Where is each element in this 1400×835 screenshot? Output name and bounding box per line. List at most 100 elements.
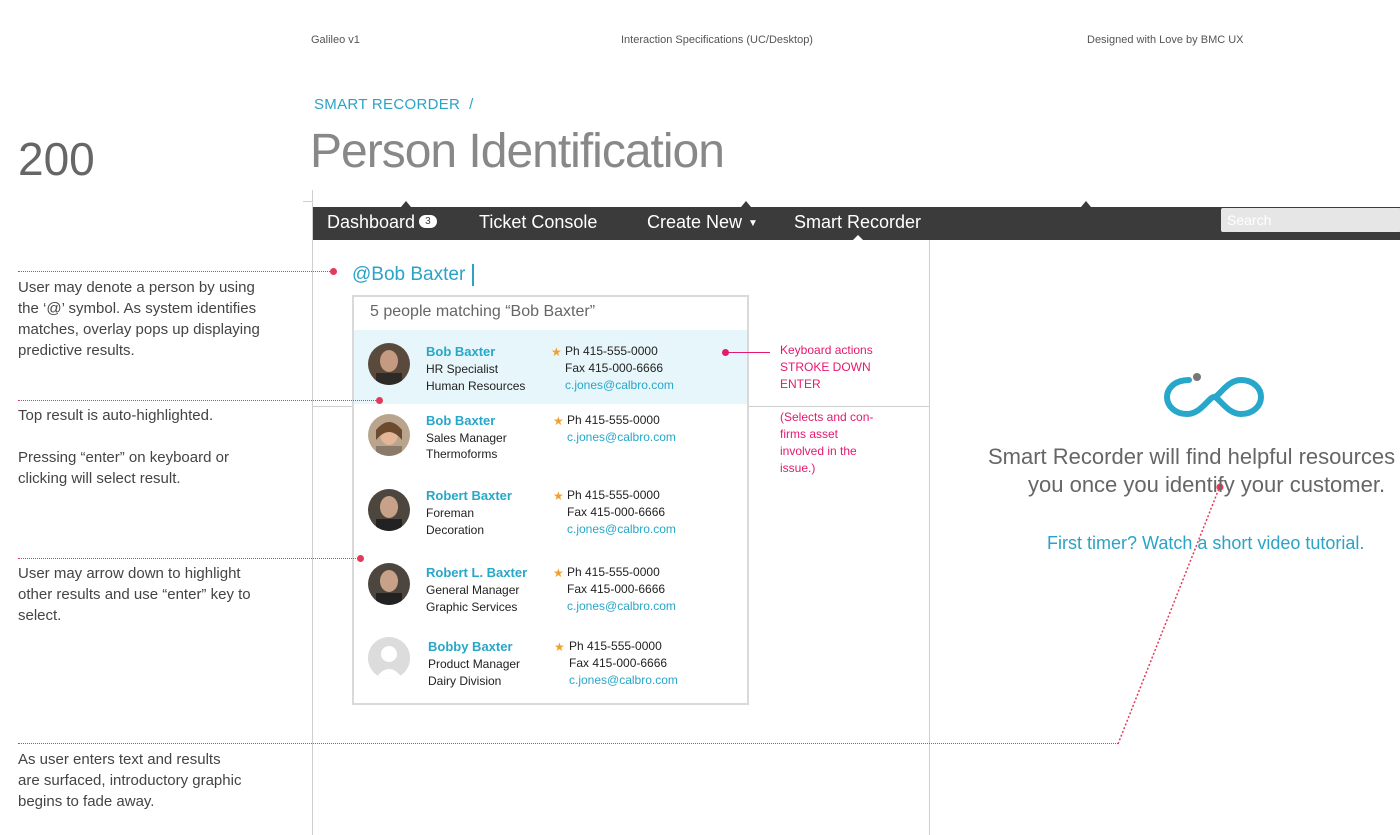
result-phone: Ph 415-555-0000 (565, 344, 658, 358)
annotation-line: begins to fade away. (18, 793, 155, 810)
result-email[interactable]: c.jones@calbro.com (565, 378, 674, 392)
result-phone: Ph 415-555-0000 (567, 488, 660, 502)
result-row[interactable]: Bob Baxter HR Specialist Human Resources… (354, 330, 747, 404)
annotation-line: Pressing “enter” on keyboard or (18, 449, 229, 466)
result-phone: Ph 415-555-0000 (567, 413, 660, 427)
smart-recorder-logo-icon (1163, 373, 1265, 418)
nav-dashboard[interactable]: Dashboard 3 (327, 212, 437, 233)
result-name: Robert Baxter (426, 488, 512, 503)
result-name: Robert L. Baxter (426, 565, 528, 580)
result-name: Bob Baxter (426, 413, 496, 428)
annotation-connector (18, 743, 1118, 744)
annotation-arrow-down: User may arrow down to highlight other r… (18, 563, 251, 626)
annotation-fade-graphic: As user enters text and results are surf… (18, 749, 241, 812)
annotation-line: STROKE DOWN (780, 360, 871, 374)
annotation-line: issue.) (780, 461, 816, 475)
dashboard-count-badge: 3 (419, 214, 437, 228)
result-department: Dairy Division (428, 674, 502, 688)
result-title: Product Manager (428, 657, 521, 671)
result-row[interactable]: Bobby Baxter Product Manager Dairy Divis… (354, 629, 747, 703)
smart-recorder-intro: Smart Recorder will find helpful resourc… (988, 443, 1395, 499)
result-title: HR Specialist (426, 362, 499, 376)
nav-notch (1081, 201, 1091, 207)
result-phone: Ph 415-555-0000 (569, 639, 662, 653)
panel-divider (929, 240, 930, 835)
smart-recorder-input[interactable]: @Bob Baxter (352, 264, 475, 286)
result-row[interactable]: Robert L. Baxter General Manager Graphic… (354, 555, 747, 629)
intro-line: you once you identify your customer. (1028, 472, 1386, 497)
annotation-line: select. (18, 607, 62, 624)
result-department: Decoration (426, 523, 485, 537)
star-icon: ★ (553, 414, 564, 428)
search-input[interactable]: Search (1221, 208, 1400, 232)
result-row[interactable]: Bob Baxter Sales Manager Thermoforms ★ P… (354, 404, 747, 478)
result-row[interactable]: Robert Baxter Foreman Decoration ★ Ph 41… (354, 478, 747, 552)
result-fax: Fax 415-000-6666 (567, 505, 666, 519)
annotation-line: involved in the (780, 444, 857, 458)
result-fax: Fax 415-000-6666 (565, 361, 664, 375)
annotation-dot (376, 397, 383, 404)
search-placeholder: Search (1227, 212, 1272, 228)
person-results-overlay: 5 people matching “Bob Baxter” Bob Baxte… (352, 295, 749, 705)
annotation-line: (Selects and con- (780, 410, 874, 424)
page-title: Person Identification (310, 125, 725, 178)
result-email[interactable]: c.jones@calbro.com (569, 673, 678, 687)
result-email[interactable]: c.jones@calbro.com (567, 599, 676, 613)
annotation-line: User may arrow down to highlight (18, 565, 241, 582)
result-department: Thermoforms (426, 447, 498, 461)
header-doc-title: Interaction Specifications (UC/Desktop) (621, 34, 813, 46)
avatar (368, 489, 410, 531)
annotation-line: As user enters text and results (18, 751, 221, 768)
video-tutorial-link[interactable]: First timer? Watch a short video tutoria… (1047, 533, 1364, 554)
header-app-version: Galileo v1 (311, 34, 360, 46)
result-title: Sales Manager (426, 431, 507, 445)
result-department: Graphic Services (426, 600, 518, 614)
annotation-connector (726, 352, 770, 353)
page-number: 200 (18, 133, 95, 185)
annotation-line: clicking will select result. (18, 470, 181, 487)
avatar (368, 414, 410, 456)
annotation-diagonal-connector (1117, 483, 1224, 745)
result-name: Bobby Baxter (428, 639, 513, 654)
guide-tick (303, 201, 313, 202)
nav-create-new-label: Create New (647, 212, 743, 232)
annotation-line: Top result is auto-highlighted. (18, 407, 214, 424)
avatar (368, 343, 410, 385)
annotation-selects-asset: (Selects and con- firms asset involved i… (780, 409, 873, 477)
annotation-line: Keyboard actions (780, 343, 873, 357)
annotation-dot (357, 555, 364, 562)
active-tab-indicator (853, 235, 863, 240)
result-name: Bob Baxter (426, 344, 496, 359)
result-title: Foreman (426, 506, 475, 520)
breadcrumb: SMART RECORDER / (314, 96, 474, 113)
chevron-down-icon: ▼ (748, 218, 758, 229)
result-fax: Fax 415-000-6666 (567, 582, 666, 596)
star-icon: ★ (553, 566, 564, 580)
annotation-line: predictive results. (18, 342, 135, 359)
annotation-line: ENTER (780, 377, 821, 391)
result-fax: Fax 415-000-6666 (569, 656, 668, 670)
star-icon: ★ (551, 345, 562, 359)
annotation-spacer (18, 426, 229, 447)
nav-ticket-console[interactable]: Ticket Console (479, 212, 597, 233)
nav-notch (741, 201, 751, 207)
result-email[interactable]: c.jones@calbro.com (567, 522, 676, 536)
annotation-connector (18, 400, 380, 401)
text-cursor (472, 264, 475, 286)
nav-create-new[interactable]: Create New ▼ (647, 212, 758, 233)
annotation-line: are surfaced, introductory graphic (18, 772, 242, 789)
annotation-keyboard-actions: Keyboard actions STROKE DOWN ENTER (780, 342, 873, 393)
annotation-connector (18, 271, 334, 272)
header-credit: Designed with Love by BMC UX (1087, 34, 1244, 46)
avatar (368, 563, 410, 605)
result-phone: Ph 415-555-0000 (567, 565, 660, 579)
star-icon: ★ (554, 640, 565, 654)
result-email[interactable]: c.jones@calbro.com (567, 430, 676, 444)
annotation-line: User may denote a person by using (18, 279, 255, 296)
result-title: General Manager (426, 583, 520, 597)
intro-line: Smart Recorder will find helpful resourc… (988, 444, 1396, 469)
annotation-line: other results and use “enter” key to (18, 586, 251, 603)
results-heading: 5 people matching “Bob Baxter” (370, 303, 596, 320)
annotation-auto-highlight: Top result is auto-highlighted. Pressing… (18, 405, 229, 489)
nav-smart-recorder[interactable]: Smart Recorder (794, 212, 921, 233)
